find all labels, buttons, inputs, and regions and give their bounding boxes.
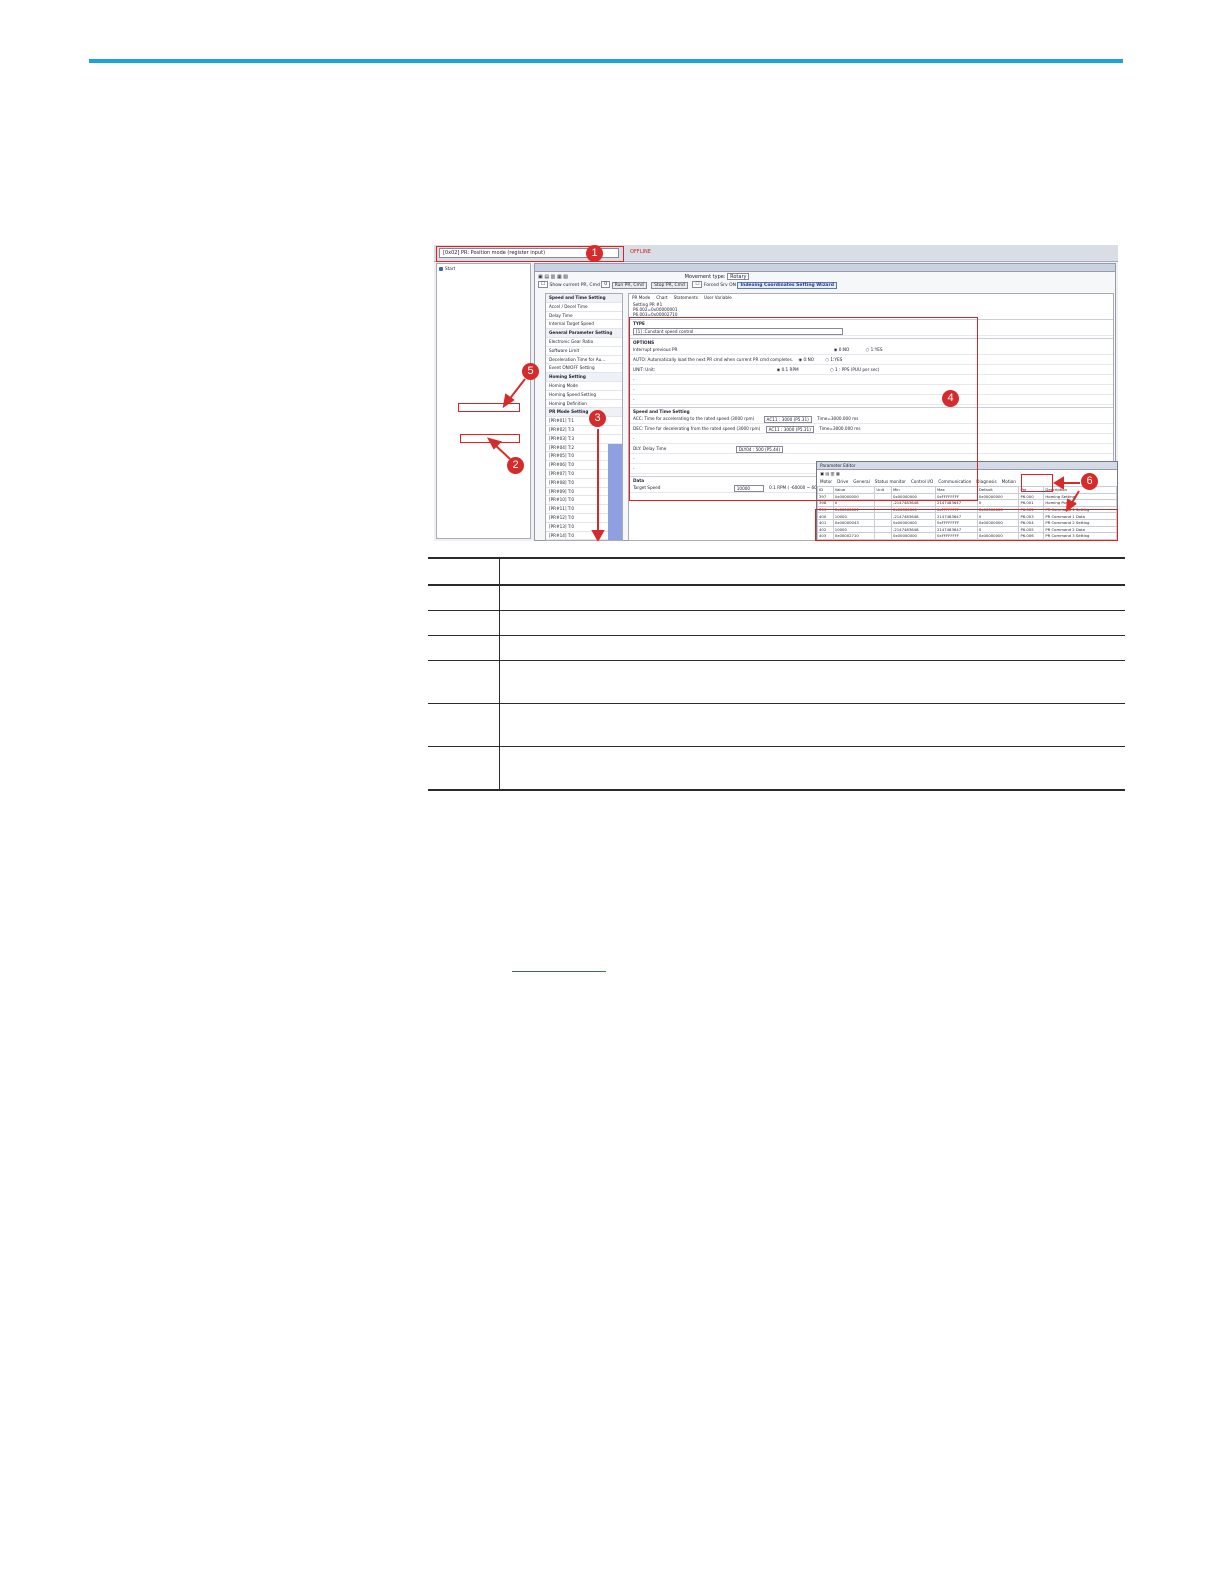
callout-number: 2 — [512, 459, 519, 471]
callout-number: 1 — [591, 247, 598, 259]
legend-header-item — [428, 557, 500, 586]
legend-item — [428, 635, 500, 661]
legend-item — [428, 746, 500, 791]
legend-description — [499, 610, 1125, 636]
callout-number: 4 — [947, 392, 954, 404]
legend-row — [428, 585, 1125, 611]
callout-4: 4 — [942, 390, 959, 407]
legend-item — [428, 660, 500, 704]
callout-1: 1 — [586, 245, 603, 262]
callout-5: 5 — [522, 363, 539, 380]
callout-number: 6 — [1086, 475, 1093, 487]
hyperlink-underline[interactable] — [512, 962, 606, 972]
callout-number: 3 — [594, 412, 601, 424]
legend-header-description — [499, 557, 1125, 586]
header-rule — [89, 59, 1123, 63]
callout-6: 6 — [1081, 473, 1098, 490]
legend-item — [428, 585, 500, 611]
legend-row — [428, 703, 1125, 747]
legend-row — [428, 610, 1125, 636]
legend-description — [499, 635, 1125, 661]
arrowhead-2 — [486, 437, 502, 450]
callout-3: 3 — [589, 410, 606, 427]
legend-row — [428, 660, 1125, 704]
legend-description — [499, 585, 1125, 611]
legend-header-row — [428, 557, 1125, 586]
arrowhead-3 — [591, 530, 605, 541]
legend-item — [428, 703, 500, 747]
legend-description — [499, 746, 1125, 791]
legend-item — [428, 610, 500, 636]
software-screenshot: [0x02] PR: Position mode (register input… — [434, 245, 1118, 541]
callout-2: 2 — [507, 457, 524, 474]
legend-description — [499, 660, 1125, 704]
legend-row — [428, 746, 1125, 791]
legend-row — [428, 635, 1125, 661]
callout-legend-table — [428, 557, 1125, 791]
callout-number: 5 — [527, 365, 534, 377]
legend-description — [499, 703, 1125, 747]
arrowhead-6 — [1053, 476, 1064, 490]
annotation-arrows — [486, 378, 1080, 541]
